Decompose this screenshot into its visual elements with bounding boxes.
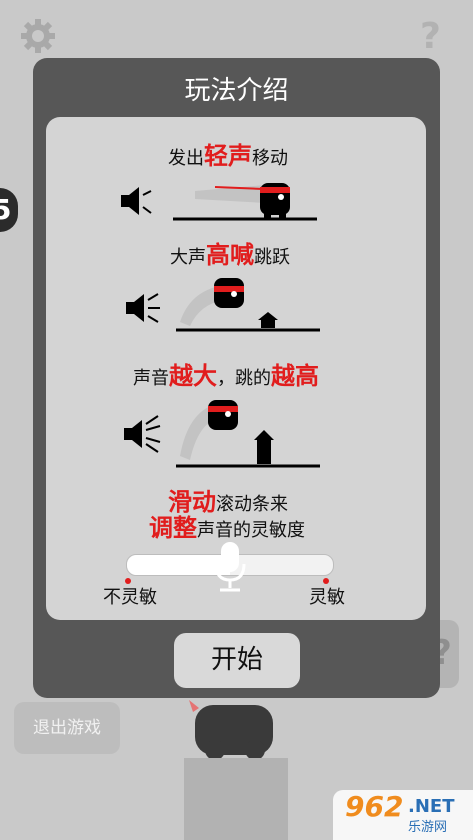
dialog-title: 玩法介绍 [184,76,289,106]
exit-game-button[interactable]: 退出游戏 [14,702,120,754]
speaker-icon [124,415,161,453]
speaker-icon [126,293,160,323]
help-icon[interactable]: ? [420,16,441,57]
microphone-icon[interactable] [212,540,248,594]
ninja-character-icon [208,400,238,430]
instruction-line-3: 声音越大，跳的越高 [133,362,319,390]
instruction-line-2: 大声高喊跳跃 [170,241,290,269]
slider-max-label: 灵敏 [309,587,345,608]
house-icon [258,312,278,328]
start-button[interactable]: 开始 [174,633,300,688]
gear-icon[interactable] [20,18,56,54]
ninja-character-icon [214,278,244,308]
ninja-character-icon [189,700,273,760]
pillar [184,758,288,840]
illustration-louder-higher [124,400,320,468]
level-badge: 5 [0,188,18,232]
illustration-shout-jump [126,278,320,332]
instruction-line-1: 发出轻声移动 [168,142,288,170]
illustration-quiet-move [121,183,317,221]
watermark-subtitle: 乐游网 [408,820,448,835]
house-icon [254,430,274,464]
watermark-domain: .NET [408,796,455,817]
speaker-icon [121,187,152,215]
slider-min-label: 不灵敏 [103,587,157,608]
instruction-line-5: 调整声音的灵敏度 [149,514,305,542]
ninja-character-icon [260,183,290,218]
watermark-number: 962 [345,790,404,823]
